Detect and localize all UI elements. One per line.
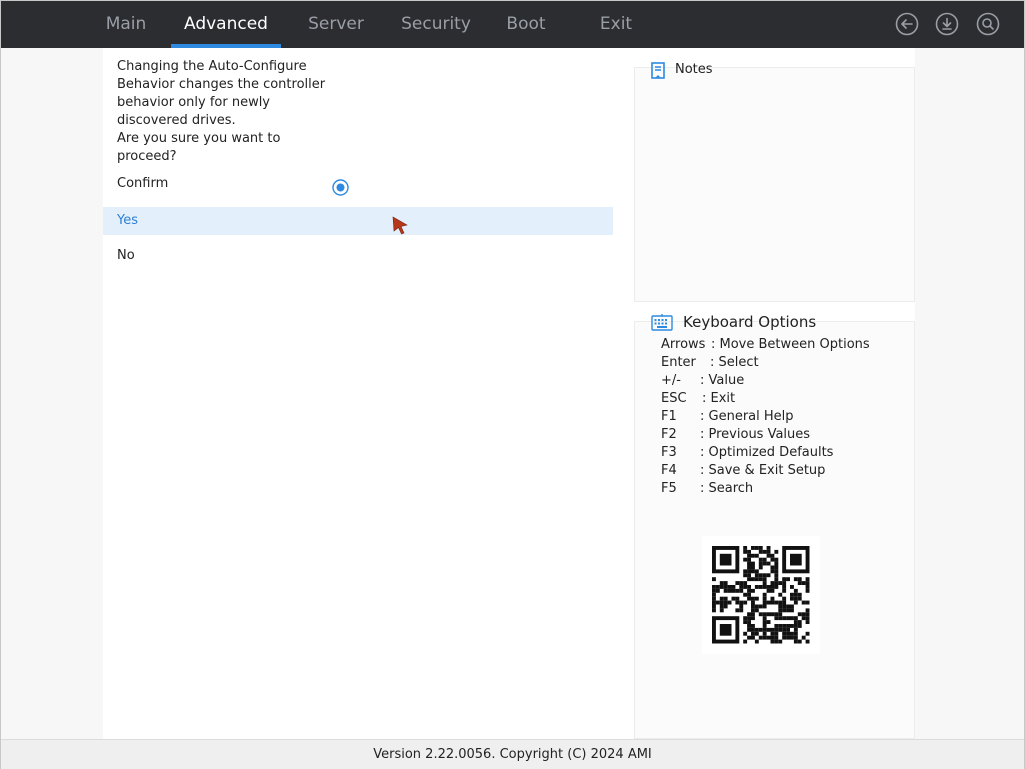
kbd-desc: : Exit [702, 391, 736, 406]
tab-boot[interactable]: Boot [500, 1, 552, 48]
keyboard-options-title: Keyboard Options [683, 313, 817, 331]
kbd-desc: : Value [700, 373, 745, 388]
kbd-desc: : Save & Exit Setup [700, 463, 826, 478]
kbd-desc: : Search [700, 481, 754, 496]
option-no[interactable]: No [103, 242, 613, 270]
mouse-pointer-icon [392, 216, 410, 240]
back-icon[interactable] [895, 12, 919, 36]
top-menu-bar: Main Advanced Server Security Boot Exit [1, 1, 1024, 48]
kbd-key: F5 [661, 481, 677, 496]
tab-main[interactable]: Main [99, 1, 153, 48]
search-icon[interactable] [976, 12, 1000, 36]
kbd-desc: : General Help [700, 409, 794, 424]
tab-advanced[interactable]: Advanced [171, 1, 281, 48]
kbd-key: F4 [661, 463, 677, 478]
bookmark-icon [650, 62, 666, 83]
kbd-key: Enter [661, 355, 696, 370]
download-icon[interactable] [935, 12, 959, 36]
confirm-label: Confirm [117, 176, 169, 191]
footer-version: Version 2.22.0056. Copyright (C) 2024 AM… [1, 739, 1024, 769]
keyboard-options-panel: Keyboard Options Arrows : Move Between Op… [634, 313, 915, 739]
kbd-desc: : Previous Values [700, 427, 811, 442]
kbd-key: F3 [661, 445, 677, 460]
kbd-desc: : Move Between Options [711, 337, 870, 352]
notes-title: Notes [675, 62, 713, 77]
kbd-key: ESC [661, 391, 687, 406]
kbd-key: F1 [661, 409, 677, 424]
kbd-desc: : Optimized Defaults [700, 445, 834, 460]
qr-code-icon [702, 536, 820, 654]
left-gutter [1, 48, 103, 739]
right-gutter [915, 48, 1024, 739]
tab-exit[interactable]: Exit [594, 1, 638, 48]
kbd-desc: : Select [710, 355, 759, 370]
keyboard-icon [651, 313, 673, 335]
kbd-key: +/- [661, 373, 681, 388]
option-yes[interactable]: Yes [103, 207, 613, 235]
main-content: Changing the Auto-Configure Behavior cha… [103, 48, 633, 739]
kbd-key: Arrows [661, 337, 706, 352]
tab-server[interactable]: Server [301, 1, 371, 48]
tab-security[interactable]: Security [393, 1, 479, 48]
radio-selected-icon[interactable] [332, 179, 349, 196]
kbd-key: F2 [661, 427, 677, 442]
confirm-prompt-text: Changing the Auto-Configure Behavior cha… [117, 59, 326, 164]
notes-panel: Notes [634, 62, 915, 302]
